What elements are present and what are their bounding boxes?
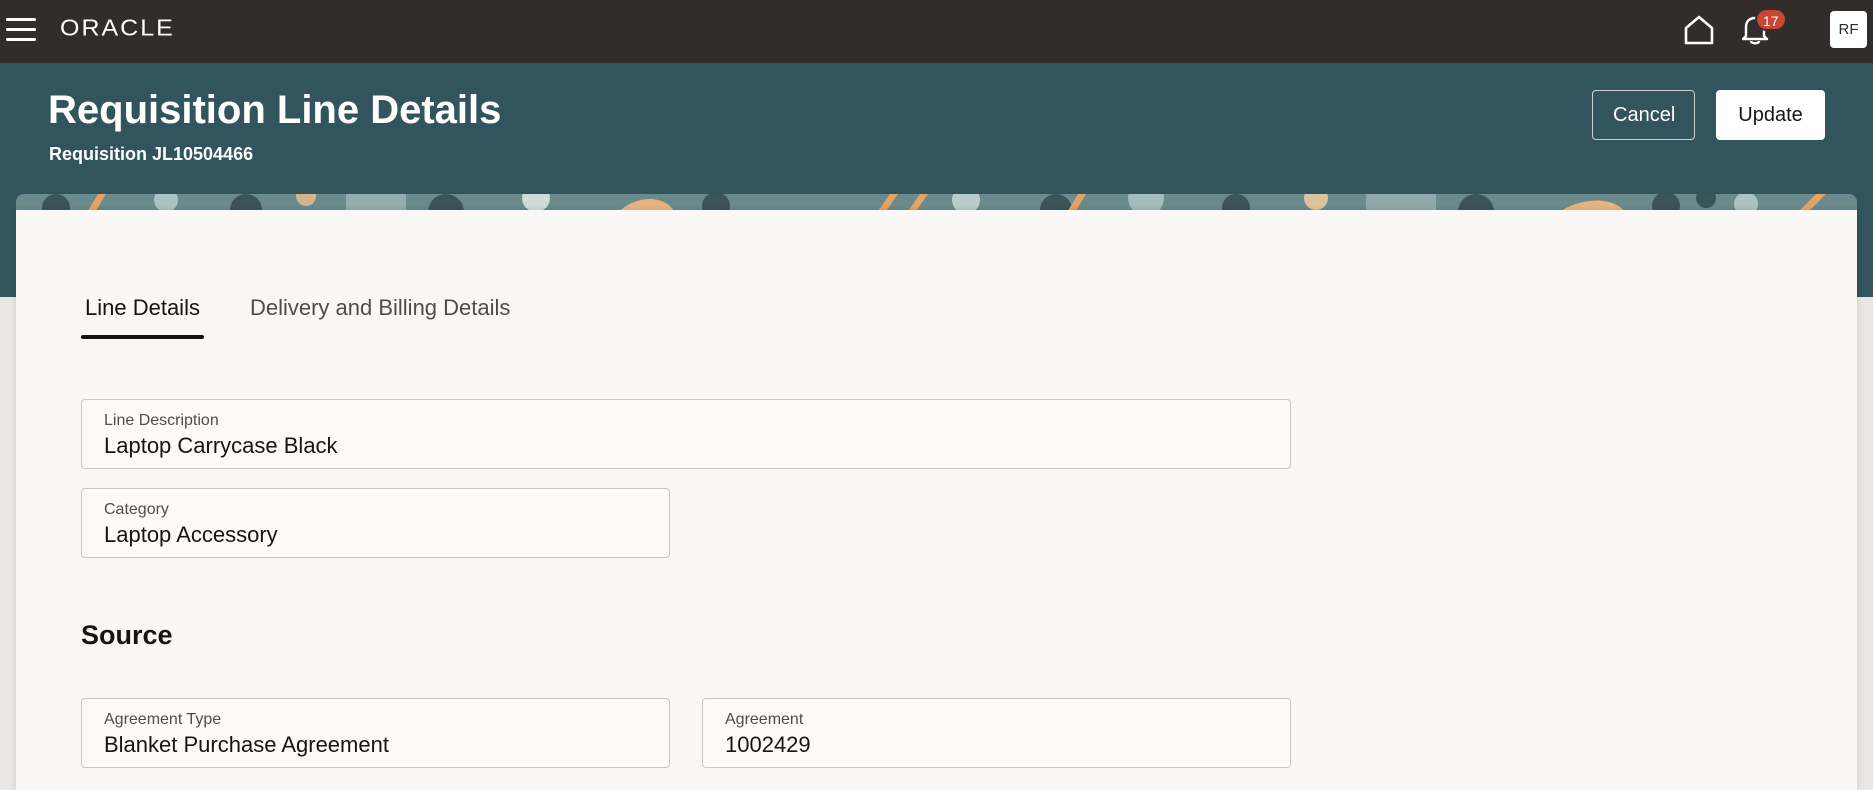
requisition-number: Requisition JL10504466 xyxy=(49,144,254,164)
agreement-value: 1002429 xyxy=(725,732,811,757)
oracle-logo[interactable]: ORACLE xyxy=(60,15,175,42)
line-description-label: Line Description xyxy=(104,412,219,429)
tab-bar: Line Details Delivery and Billing Detail… xyxy=(81,290,556,340)
top-navigation-bar: ORACLE 17 RF xyxy=(0,0,1873,63)
category-field[interactable]: Category Laptop Accessory xyxy=(81,488,670,558)
line-description-field[interactable]: Line Description Laptop Carrycase Black xyxy=(81,399,1291,469)
notification-count-badge: 17 xyxy=(1755,8,1787,31)
agreement-type-field[interactable]: Agreement Type Blanket Purchase Agreemen… xyxy=(81,698,670,768)
agreement-type-value: Blanket Purchase Agreement xyxy=(104,732,389,757)
update-button[interactable]: Update xyxy=(1716,90,1825,140)
category-label: Category xyxy=(104,501,169,518)
hamburger-icon[interactable] xyxy=(6,18,36,42)
agreement-field[interactable]: Agreement 1002429 xyxy=(702,698,1291,768)
user-avatar[interactable]: RF xyxy=(1830,11,1867,48)
category-value: Laptop Accessory xyxy=(104,522,278,547)
tab-line-details[interactable]: Line Details xyxy=(81,290,204,340)
source-section-title: Source xyxy=(81,620,173,650)
line-description-value: Laptop Carrycase Black xyxy=(104,433,338,458)
agreement-label: Agreement xyxy=(725,711,804,728)
agreement-type-label: Agreement Type xyxy=(104,711,222,728)
home-icon[interactable] xyxy=(1682,14,1716,46)
page-title: Requisition Line Details xyxy=(48,88,502,132)
tab-delivery-and-billing-details[interactable]: Delivery and Billing Details xyxy=(246,290,514,340)
cancel-button[interactable]: Cancel xyxy=(1592,90,1695,140)
